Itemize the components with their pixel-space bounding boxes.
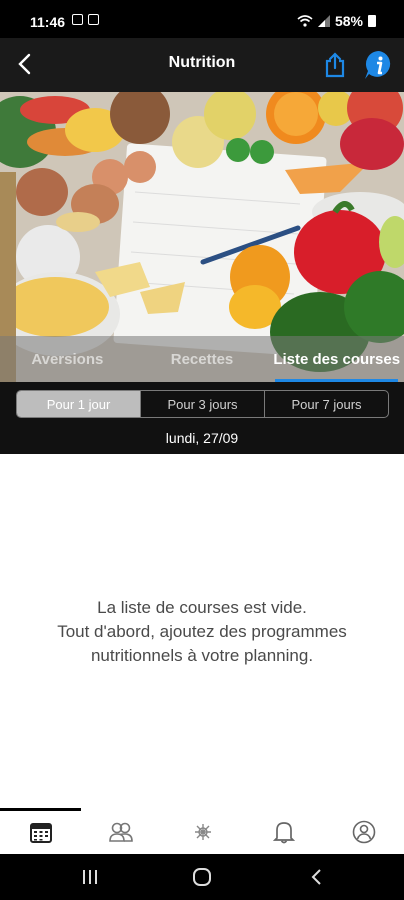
period-selector-area: Pour 1 jour Pour 3 jours Pour 7 jours lu… <box>0 382 404 454</box>
info-button[interactable] <box>364 50 394 80</box>
notification-icons <box>72 14 99 25</box>
home-icon <box>193 868 211 886</box>
date-label: lundi, 27/09 <box>165 430 239 446</box>
recent-apps-button[interactable] <box>78 866 102 888</box>
app-notification-icon <box>88 14 99 25</box>
period-1-day-button[interactable]: Pour 1 jour <box>17 391 141 417</box>
empty-line-3: nutritionnels à votre planning. <box>90 646 314 665</box>
hero-image: Aversions Recettes Liste des courses <box>0 92 404 382</box>
battery-percent: 58% <box>334 13 363 29</box>
app-header: Nutrition <box>0 38 404 92</box>
community-icon <box>109 822 133 842</box>
nav-activity[interactable] <box>189 818 217 846</box>
empty-line-2: Tout d'abord, ajoutez des programmes <box>57 622 347 641</box>
nav-profile[interactable] <box>350 818 378 846</box>
active-nav-indicator <box>0 808 81 811</box>
share-button[interactable] <box>320 50 350 80</box>
system-back-button[interactable] <box>304 866 328 888</box>
tab-recettes[interactable]: Recettes <box>135 336 270 382</box>
status-bar: 11:46 58% <box>0 0 404 38</box>
system-navigation-bar <box>0 854 404 900</box>
info-icon <box>365 50 391 79</box>
battery-icon <box>368 15 376 27</box>
calendar-icon <box>30 823 52 843</box>
nutrition-tabs: Aversions Recettes Liste des courses <box>0 336 404 382</box>
activity-icon <box>195 824 211 840</box>
period-3-days-button[interactable]: Pour 3 jours <box>141 391 265 417</box>
share-icon <box>325 52 345 78</box>
bell-icon <box>273 822 295 844</box>
nav-community[interactable] <box>107 818 135 846</box>
recent-apps-icon <box>83 870 97 884</box>
wifi-icon <box>297 15 313 27</box>
signal-icon <box>317 15 330 27</box>
bottom-navigation <box>0 808 404 854</box>
nav-notifications[interactable] <box>270 818 298 846</box>
tab-liste-des-courses[interactable]: Liste des courses <box>269 336 404 382</box>
status-time: 11:46 <box>30 14 66 30</box>
empty-state-message: La liste de courses est vide. Tout d'abo… <box>20 596 384 668</box>
nav-calendar[interactable] <box>27 818 55 846</box>
profile-icon <box>352 820 376 844</box>
home-button[interactable] <box>190 866 214 888</box>
period-selector: Pour 1 jour Pour 3 jours Pour 7 jours <box>16 390 389 418</box>
gallery-notification-icon <box>72 14 83 25</box>
status-right: 58% <box>297 13 376 29</box>
empty-line-1: La liste de courses est vide. <box>97 598 307 617</box>
tab-aversions[interactable]: Aversions <box>0 336 135 382</box>
back-arrow-icon <box>311 869 321 885</box>
period-7-days-button[interactable]: Pour 7 jours <box>265 391 388 417</box>
